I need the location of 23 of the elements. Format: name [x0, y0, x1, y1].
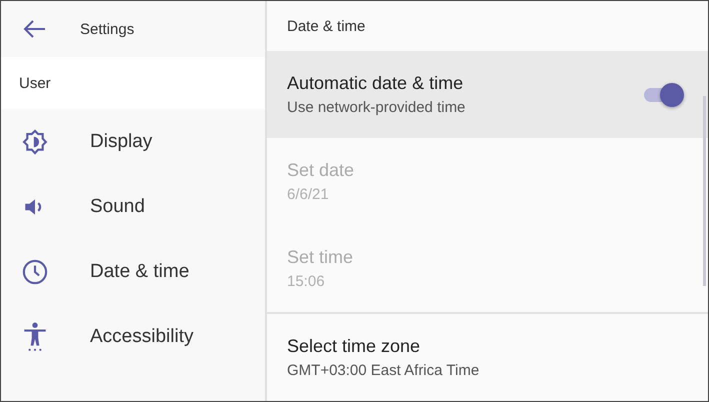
sidebar-title: Settings [80, 20, 134, 38]
brightness-icon [21, 128, 49, 156]
sidebar-item[interactable]: Date & time [1, 239, 265, 304]
setting-title: Select time zone [287, 336, 422, 357]
sidebar-item[interactable]: Display [1, 109, 265, 174]
accessibility-icon [22, 322, 48, 352]
toggle-switch[interactable] [644, 82, 686, 106]
setting-value: 15:06 [287, 273, 326, 290]
setting-value: Use network-provided time [287, 99, 466, 116]
sidebar-item[interactable]: Sound [1, 174, 265, 239]
settings-row[interactable]: Automatic date & time Use network-provided time [267, 51, 708, 138]
section-header: User [19, 74, 51, 92]
scrollbar[interactable] [703, 96, 706, 286]
setting-title: Set date [287, 160, 354, 181]
setting-value: GMT+03:00 East Africa Time [287, 362, 480, 379]
sidebar-item[interactable]: Accessibility [1, 304, 265, 369]
settings-row[interactable]: Select time zone GMT+03:00 East Africa Time [267, 314, 708, 401]
clock-icon [21, 258, 49, 286]
back-arrow-icon[interactable] [23, 19, 47, 39]
setting-title: Automatic date & time [287, 73, 464, 94]
setting-title: Set time [287, 247, 354, 268]
setting-value: 6/6/21 [287, 186, 330, 203]
page-title: Date & time [287, 18, 366, 34]
